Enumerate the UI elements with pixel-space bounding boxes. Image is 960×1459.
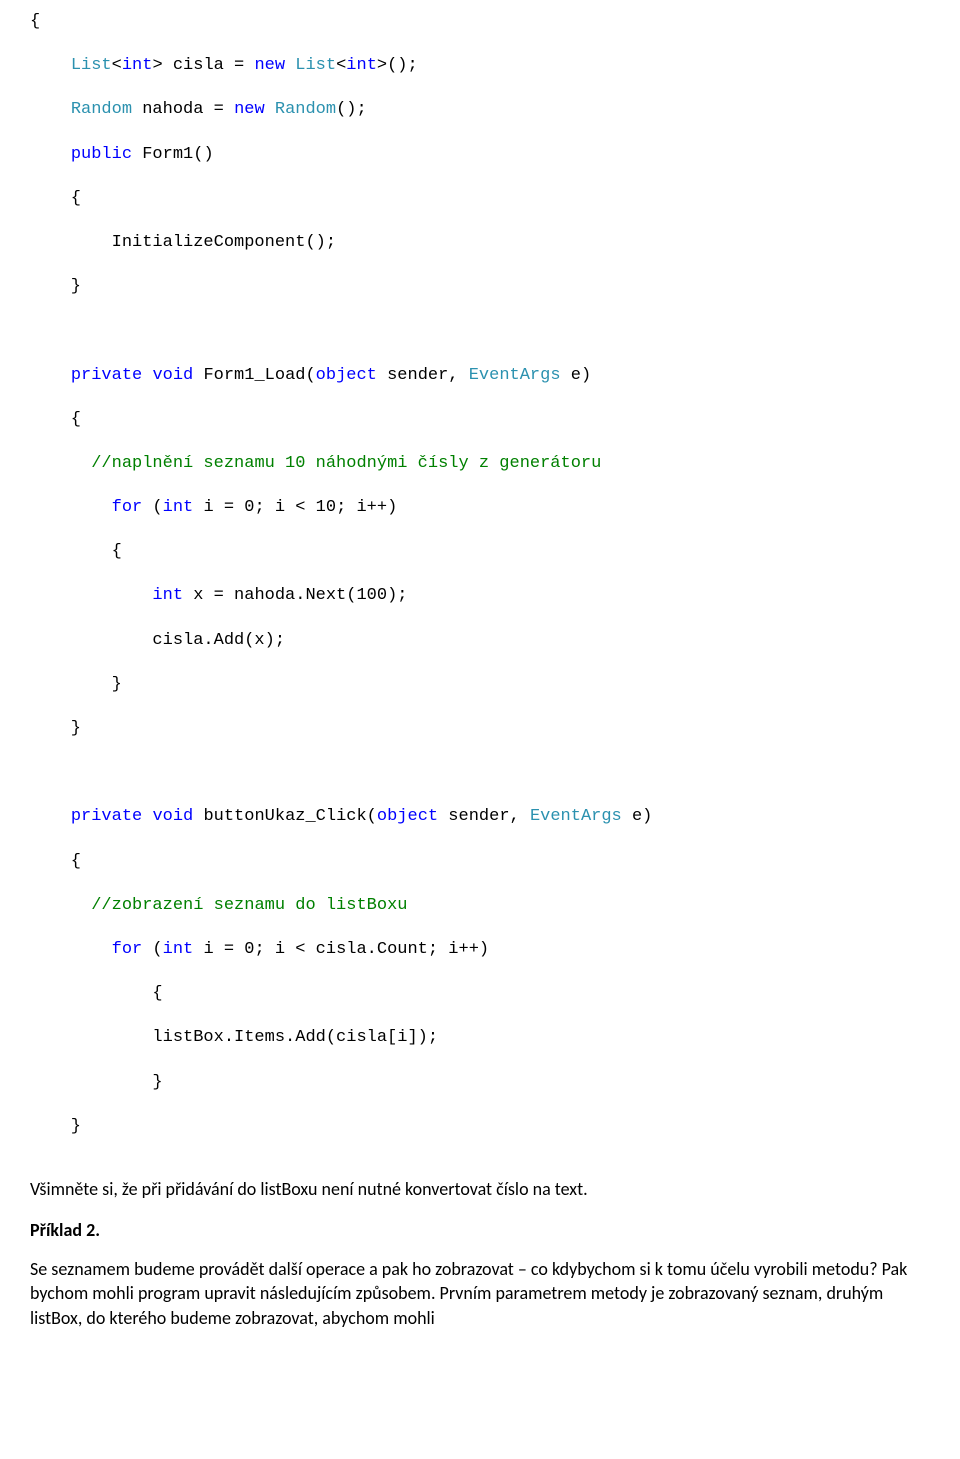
example-heading: Příklad 2. [30, 1219, 930, 1241]
paragraph-note: Všimněte si, že při přidávání do listBox… [30, 1177, 930, 1201]
paragraph-body: Se seznamem budeme provádět další operac… [30, 1257, 930, 1330]
code-block: { List<int> cisla = new List<int>(); Ran… [30, 0, 930, 1149]
